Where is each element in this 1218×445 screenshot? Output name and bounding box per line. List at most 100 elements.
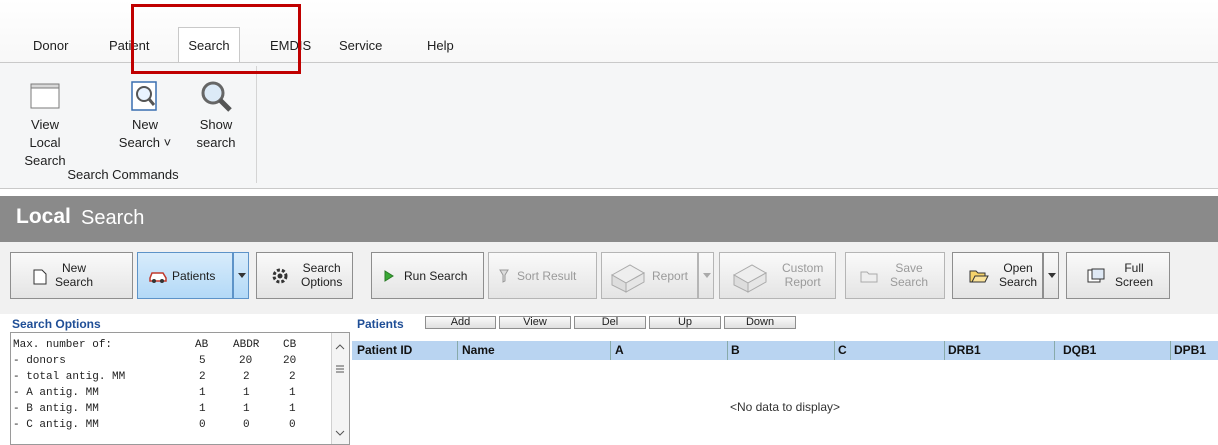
column-divider (944, 341, 945, 360)
search-options-list[interactable]: Max. number of: AB ABDR CB - donors 5 20… (10, 332, 350, 445)
option-value: 1 (289, 403, 296, 415)
car-icon (149, 272, 167, 283)
patients-section-label: Patients (357, 317, 404, 331)
open-search-dropdown-arrow[interactable] (1043, 252, 1059, 299)
search-options-button[interactable]: Search Options (256, 252, 353, 299)
new-search-toolbar-line2: Search (55, 275, 94, 289)
new-search-toolbar-button[interactable]: New Search (10, 252, 133, 299)
tab-service[interactable]: Service (339, 36, 382, 58)
delete-patient-button[interactable]: Del (574, 316, 646, 329)
page-header (0, 196, 1218, 242)
report-dropdown-arrow[interactable] (698, 252, 714, 299)
new-search-toolbar-line1: New (62, 261, 87, 275)
column-a[interactable]: A (615, 343, 624, 357)
custom-report-line1: Custom (782, 261, 824, 275)
custom-report-line2: Report (784, 275, 821, 289)
play-icon (384, 270, 394, 282)
full-screen-line1: Full (1124, 261, 1144, 275)
option-value: 1 (243, 403, 250, 415)
move-down-button[interactable]: Down (724, 316, 796, 329)
sort-result-button[interactable]: Sort Result (488, 252, 597, 299)
option-value: 20 (283, 355, 297, 367)
column-patient-id[interactable]: Patient ID (357, 343, 412, 357)
option-value: 1 (199, 403, 206, 415)
column-divider (834, 341, 835, 360)
column-c[interactable]: C (838, 343, 847, 357)
funnel-icon (499, 269, 509, 283)
column-dqb1[interactable]: DQB1 (1063, 343, 1096, 357)
new-search-line2: Search ˅ (118, 135, 172, 150)
page-title-bold: Local (16, 205, 71, 228)
full-screen-line2: Screen (1115, 275, 1154, 289)
gear-icon (272, 268, 288, 284)
option-row-label: - C antig. MM (13, 419, 99, 431)
option-value: 20 (239, 355, 253, 367)
full-screen-icon (1087, 268, 1105, 283)
printer-icon (610, 264, 646, 293)
option-value: 2 (243, 371, 250, 383)
option-row-label: - B antig. MM (13, 403, 99, 415)
save-search-button[interactable]: Save Search (845, 252, 945, 299)
column-divider (610, 341, 611, 360)
new-search-line1: New (131, 117, 158, 132)
window-icon (30, 83, 60, 109)
column-name[interactable]: Name (462, 343, 495, 357)
show-search-line2: search (196, 135, 236, 150)
option-row-label: - donors (13, 355, 66, 367)
show-search-button[interactable]: Show search (188, 80, 244, 152)
option-row-label: - total antig. MM (13, 371, 126, 383)
magnifier-icon (201, 81, 232, 112)
new-search-button[interactable]: New Search ˅ (112, 80, 178, 152)
col-abdr: ABDR (233, 339, 260, 351)
sort-result-label: Sort Result (517, 269, 577, 283)
view-patient-button[interactable]: View (499, 316, 571, 329)
option-value: 1 (289, 387, 296, 399)
custom-report-printer-icon (732, 264, 768, 293)
scroll-up-icon (335, 344, 345, 350)
option-row-label: - A antig. MM (13, 387, 99, 399)
search-options-section-label: Search Options (12, 317, 101, 331)
highlight-box (131, 4, 301, 74)
open-search-line1: Open (1003, 261, 1033, 275)
col-ab: AB (195, 339, 209, 351)
patients-toolbar-label: Patients (172, 269, 216, 283)
option-value: 5 (199, 355, 206, 367)
save-search-line1: Save (895, 261, 923, 275)
show-search-line1: Show (199, 117, 233, 132)
patients-grid-body[interactable]: <No data to display> (352, 360, 1218, 445)
custom-report-button[interactable]: Custom Report (719, 252, 836, 299)
option-value: 0 (289, 419, 296, 431)
column-b[interactable]: B (731, 343, 740, 357)
new-search-magnifier-icon (131, 81, 157, 111)
run-search-button[interactable]: Run Search (371, 252, 484, 299)
page-title: Search (81, 207, 145, 229)
option-value: 2 (199, 371, 206, 383)
tab-help[interactable]: Help (427, 36, 454, 58)
tab-donor[interactable]: Donor (33, 36, 68, 58)
add-patient-button[interactable]: Add (425, 316, 496, 329)
option-value: 2 (289, 371, 296, 383)
view-local-search-line1: View Local (29, 117, 61, 150)
column-dpb1[interactable]: DPB1 (1174, 343, 1206, 357)
scroll-grip-icon (336, 365, 344, 373)
ribbon-group-divider (256, 66, 257, 183)
patients-dropdown-arrow[interactable] (233, 252, 249, 299)
patients-toolbar-button[interactable]: Patients (137, 252, 233, 299)
empty-grid-message: <No data to display> (729, 400, 841, 414)
column-divider (457, 341, 458, 360)
options-scrollbar[interactable] (331, 333, 349, 444)
full-screen-button[interactable]: Full Screen (1066, 252, 1170, 299)
save-search-line2: Search (890, 275, 929, 289)
view-local-search-button[interactable]: View Local Search (14, 80, 76, 170)
report-button[interactable]: Report (601, 252, 698, 299)
move-up-button[interactable]: Up (649, 316, 721, 329)
document-icon (33, 269, 47, 285)
option-value: 1 (199, 387, 206, 399)
search-options-line2: Options (301, 275, 343, 289)
save-folder-icon (860, 271, 878, 283)
option-value: 0 (243, 419, 250, 431)
open-search-button[interactable]: Open Search (952, 252, 1043, 299)
column-drb1[interactable]: DRB1 (948, 343, 981, 357)
run-search-label: Run Search (404, 269, 468, 283)
open-search-line2: Search (999, 275, 1038, 289)
